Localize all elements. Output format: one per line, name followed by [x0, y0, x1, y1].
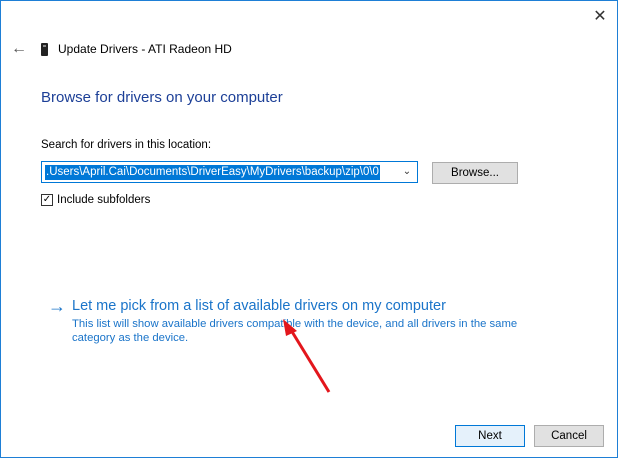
update-drivers-window: ✕ ← Update Drivers - ATI Radeon HD Brows… — [0, 0, 618, 458]
pick-from-list-title[interactable]: Let me pick from a list of available dri… — [72, 297, 527, 315]
search-location-label: Search for drivers in this location: — [41, 139, 212, 151]
device-icon — [41, 42, 48, 56]
chevron-down-icon[interactable]: ⌄ — [400, 165, 414, 179]
include-subfolders-label[interactable]: Include subfolders — [57, 194, 150, 206]
include-subfolders-checkbox[interactable]: ✓ — [41, 194, 53, 206]
cancel-button[interactable]: Cancel — [534, 425, 604, 447]
pick-from-list-link[interactable]: → Let me pick from a list of available d… — [48, 297, 527, 345]
include-subfolders-option[interactable]: ✓ Include subfolders — [41, 194, 150, 206]
next-button[interactable]: Next — [455, 425, 525, 447]
driver-path-value[interactable]: .Users\April.Cai\Documents\DriverEasy\My… — [45, 165, 380, 180]
arrow-right-icon[interactable]: → — [48, 297, 72, 345]
close-icon[interactable]: ✕ — [589, 7, 611, 27]
page-heading: Browse for drivers on your computer — [41, 89, 283, 106]
back-arrow-icon[interactable]: ← — [11, 41, 27, 57]
pick-from-list-text[interactable]: Let me pick from a list of available dri… — [72, 297, 527, 345]
title-bar: ← Update Drivers - ATI Radeon HD — [11, 39, 232, 59]
window-title: Update Drivers - ATI Radeon HD — [58, 42, 232, 56]
pick-from-list-description: This list will show available drivers co… — [72, 318, 518, 344]
driver-path-combobox[interactable]: .Users\April.Cai\Documents\DriverEasy\My… — [41, 161, 418, 183]
browse-button[interactable]: Browse... — [432, 162, 518, 184]
